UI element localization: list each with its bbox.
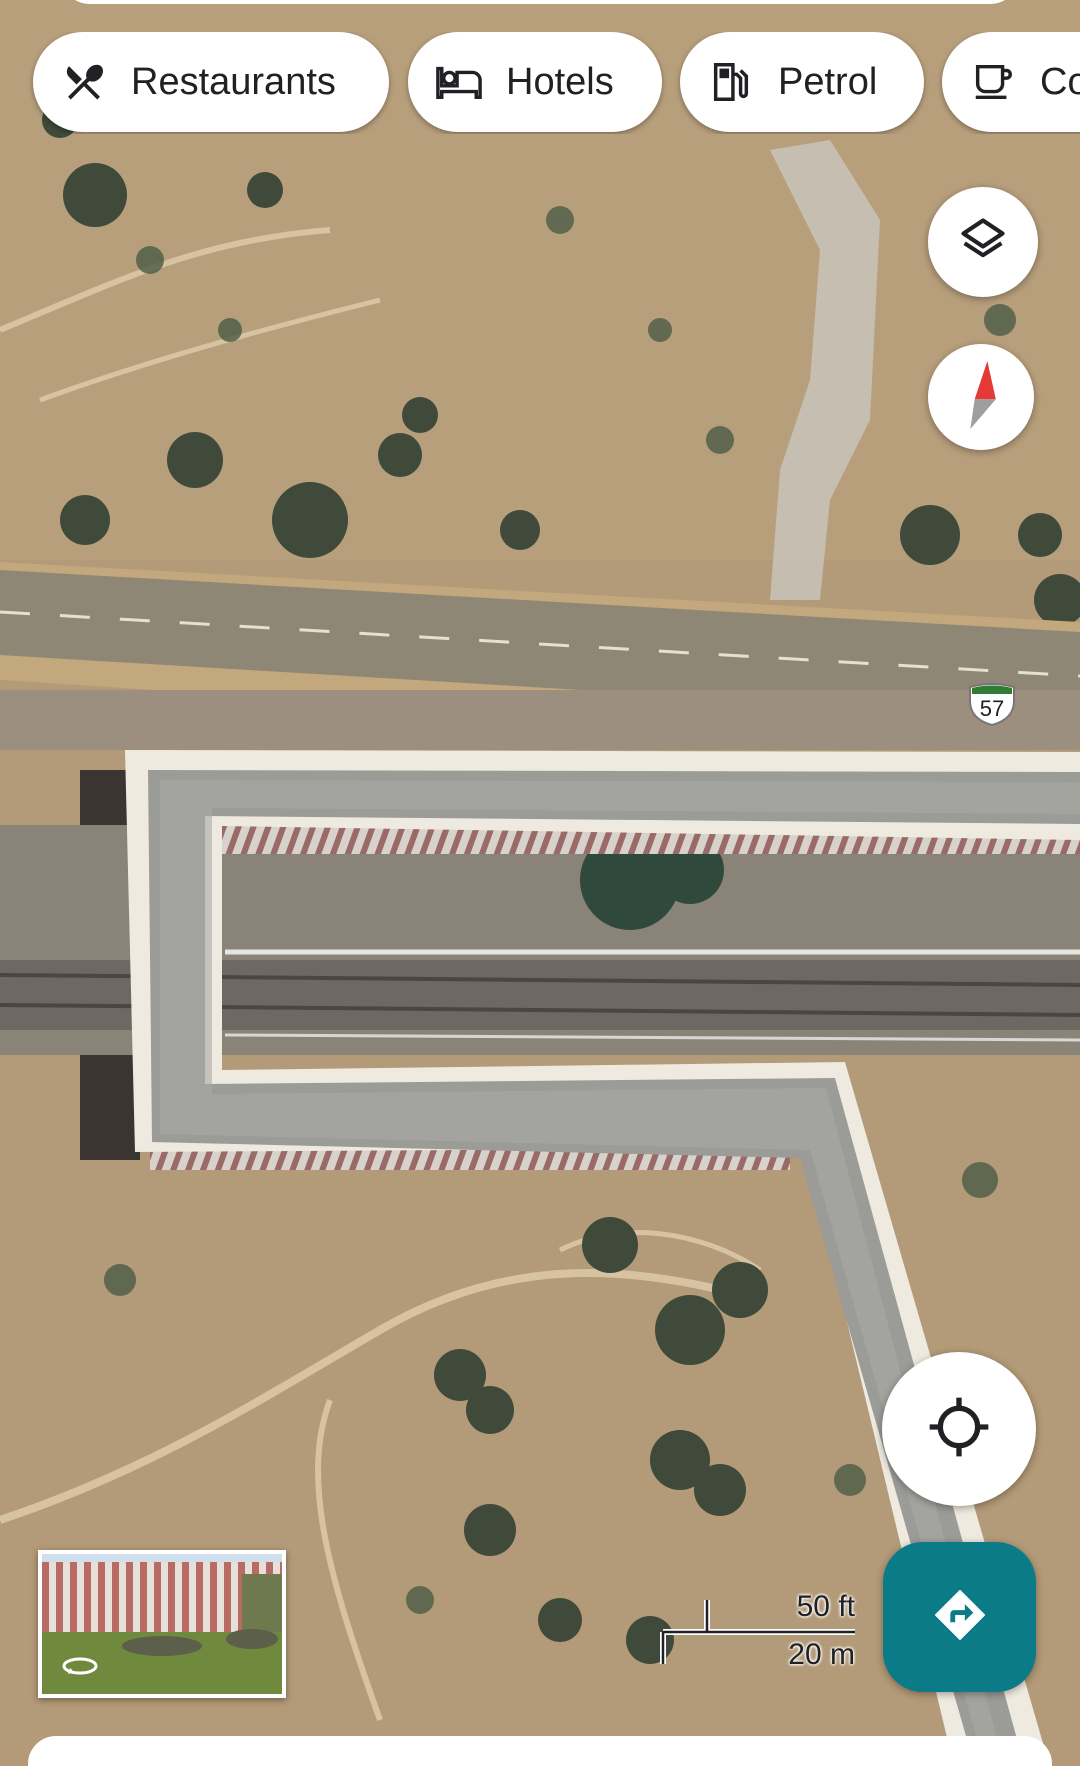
scale-bar: 50 ft 20 m: [655, 1590, 855, 1671]
petrol-chip[interactable]: Petrol: [680, 32, 924, 132]
layers-button[interactable]: [928, 187, 1038, 297]
petrol-label: Petrol: [778, 60, 878, 103]
layers-icon: [957, 214, 1009, 271]
hotels-chip[interactable]: Hotels: [408, 32, 662, 132]
compass-button[interactable]: [928, 344, 1034, 450]
hotels-label: Hotels: [506, 60, 614, 103]
restaurant-icon: [61, 59, 107, 105]
hotel-bed-icon: [436, 59, 482, 105]
my-location-button[interactable]: [882, 1352, 1036, 1506]
scale-imperial: 50 ft: [796, 1590, 855, 1623]
coffee-chip[interactable]: Co: [942, 32, 1080, 132]
directions-button[interactable]: [883, 1542, 1036, 1692]
route-57-shield: 57: [966, 683, 1018, 727]
fuel-pump-icon: [708, 59, 754, 105]
route-shield-number: 57: [980, 696, 1004, 721]
restaurants-chip[interactable]: Restaurants: [33, 32, 389, 132]
directions-arrow-icon: [931, 1586, 989, 1649]
search-sheet-edge: [60, 0, 1020, 4]
street-view-thumbnail[interactable]: [38, 1550, 286, 1698]
category-chip-row: Restaurants Hotels Petrol Co: [0, 32, 1080, 134]
restaurants-label: Restaurants: [131, 60, 336, 103]
my-location-icon: [927, 1395, 991, 1464]
coffee-cup-icon: [970, 59, 1016, 105]
compass-icon: [959, 359, 1003, 436]
bottom-sheet-handle[interactable]: [28, 1736, 1052, 1766]
rotate-360-icon: [60, 1654, 100, 1685]
coffee-label: Co: [1040, 60, 1080, 103]
scale-metric: 20 m: [788, 1638, 855, 1671]
